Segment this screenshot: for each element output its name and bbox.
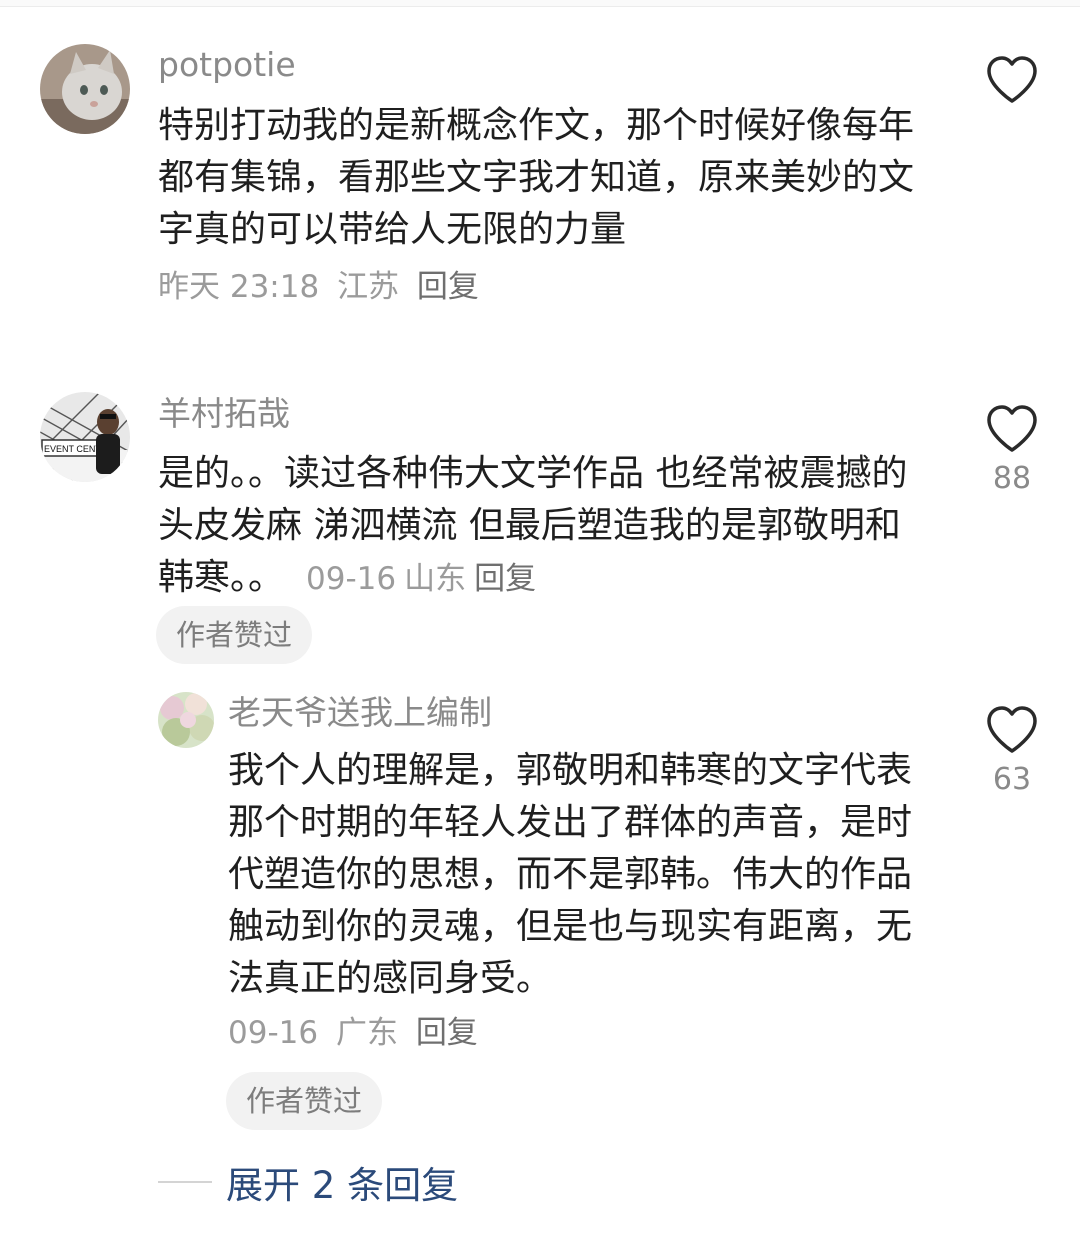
comment-meta: 09-16 山东 回复: [306, 561, 544, 597]
comment-time: 09-16: [306, 561, 397, 597]
expand-replies-label[interactable]: 展开 2 条回复: [226, 1155, 458, 1209]
avatar[interactable]: [40, 44, 130, 134]
heart-outline-icon: [987, 405, 1037, 452]
reply-meta: 09-16 广东 回复: [228, 1013, 486, 1053]
expand-divider: [158, 1181, 212, 1183]
comment-username[interactable]: potpotie: [158, 45, 296, 85]
reply-button[interactable]: 回复: [416, 1015, 478, 1051]
comment-username[interactable]: 羊村拓哉: [158, 394, 290, 434]
avatar[interactable]: EVENT CENTER: [40, 392, 130, 482]
reply-button[interactable]: 回复: [417, 269, 479, 305]
reply-text: 我个人的理解是，郭敬明和韩寒的文字代表那个时期的年轻人发出了群体的声音，是时代塑…: [228, 750, 913, 999]
author-liked-badge: 作者赞过: [226, 1072, 383, 1130]
heart-outline-icon: [987, 56, 1037, 103]
heart-outline-icon: [987, 706, 1037, 753]
comment-meta: 昨天 23:18 江苏 回复: [158, 267, 487, 307]
like-count: 88: [992, 461, 1032, 496]
comment-location: 江苏: [337, 269, 400, 305]
comment-text: 是的。。读过各种伟大文学作品 也经常被震撼的头皮发麻 涕泗横流 但最后塑造我的是…: [158, 448, 928, 605]
reply-time: 09-16: [228, 1015, 319, 1051]
expand-replies[interactable]: 展开 2 条回复: [158, 1157, 458, 1207]
comment-time: 昨天 23:18: [158, 269, 320, 305]
reply-button[interactable]: 回复: [474, 561, 536, 597]
like-button[interactable]: 63: [982, 705, 1042, 797]
comment-location: 山东: [404, 561, 467, 597]
like-button[interactable]: 88: [982, 404, 1042, 496]
reply-username[interactable]: 老天爷送我上编制: [228, 693, 492, 733]
author-liked-badge: 作者赞过: [156, 606, 313, 664]
comment-text: 特别打动我的是新概念作文，那个时候好像每年都有集锦，看那些文字我才知道，原来美妙…: [158, 105, 915, 250]
reply-location: 广东: [335, 1015, 398, 1051]
top-divider: [0, 0, 1080, 7]
like-count: 63: [992, 762, 1032, 797]
like-button[interactable]: [982, 55, 1042, 105]
avatar[interactable]: [158, 692, 214, 748]
